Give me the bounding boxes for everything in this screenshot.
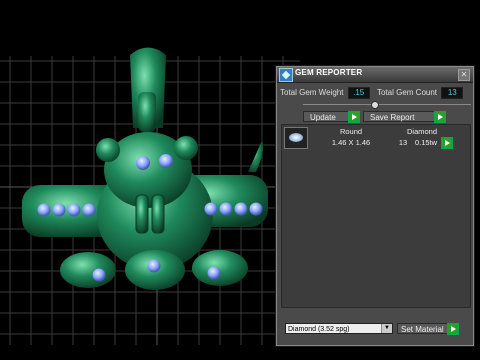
gem-list[interactable]: Round Diamond 1.46 X 1.46 13 0.15tw bbox=[281, 124, 471, 308]
slider-track bbox=[303, 104, 471, 105]
gem-reporter-panel: GEM REPORTER ✕ Total Gem Weight .15 Tota… bbox=[276, 66, 474, 346]
save-report-go-icon[interactable] bbox=[434, 111, 446, 123]
gem-weight-cell: 0.15tw bbox=[414, 138, 438, 147]
total-gem-weight-value: .15 bbox=[347, 87, 370, 99]
total-gem-count-value: 13 bbox=[441, 87, 464, 99]
round-gem-thumbnail-icon bbox=[284, 127, 308, 149]
save-report-button[interactable]: Save Report bbox=[363, 111, 445, 122]
material-bar: Diamond (3.52 spg) ▼ Set Material bbox=[281, 323, 469, 337]
gem-material-header: Diamond bbox=[406, 127, 437, 136]
gem-row-go-icon[interactable] bbox=[441, 137, 453, 149]
gem-size-cell: 1.46 X 1.46 bbox=[331, 138, 371, 147]
set-material-button-label: Set Material bbox=[401, 325, 444, 334]
update-go-icon[interactable] bbox=[348, 111, 360, 123]
close-button[interactable]: ✕ bbox=[458, 69, 470, 81]
slider-knob[interactable] bbox=[371, 101, 379, 109]
total-gem-count-row: Total Gem Count 13 bbox=[377, 87, 464, 99]
gem-shape-header: Round bbox=[339, 127, 363, 136]
gem-reporter-app-icon bbox=[279, 68, 293, 82]
material-dropdown-value: Diamond (3.52 spg) bbox=[288, 326, 350, 333]
set-material-go-icon[interactable] bbox=[447, 323, 459, 335]
update-button-label: Update bbox=[310, 113, 336, 122]
gem-count-cell: 13 bbox=[398, 138, 408, 147]
total-gem-weight-label: Total Gem Weight bbox=[280, 88, 344, 97]
panel-titlebar[interactable]: GEM REPORTER ✕ bbox=[277, 67, 473, 83]
panel-title: GEM REPORTER bbox=[295, 68, 363, 77]
save-report-button-label: Save Report bbox=[370, 113, 415, 122]
total-gem-weight-row: Total Gem Weight .15 bbox=[280, 87, 370, 99]
material-dropdown[interactable]: Diamond (3.52 spg) ▼ bbox=[285, 323, 393, 334]
total-gem-count-label: Total Gem Count bbox=[377, 88, 438, 97]
dropdown-arrow-icon[interactable]: ▼ bbox=[381, 324, 392, 333]
